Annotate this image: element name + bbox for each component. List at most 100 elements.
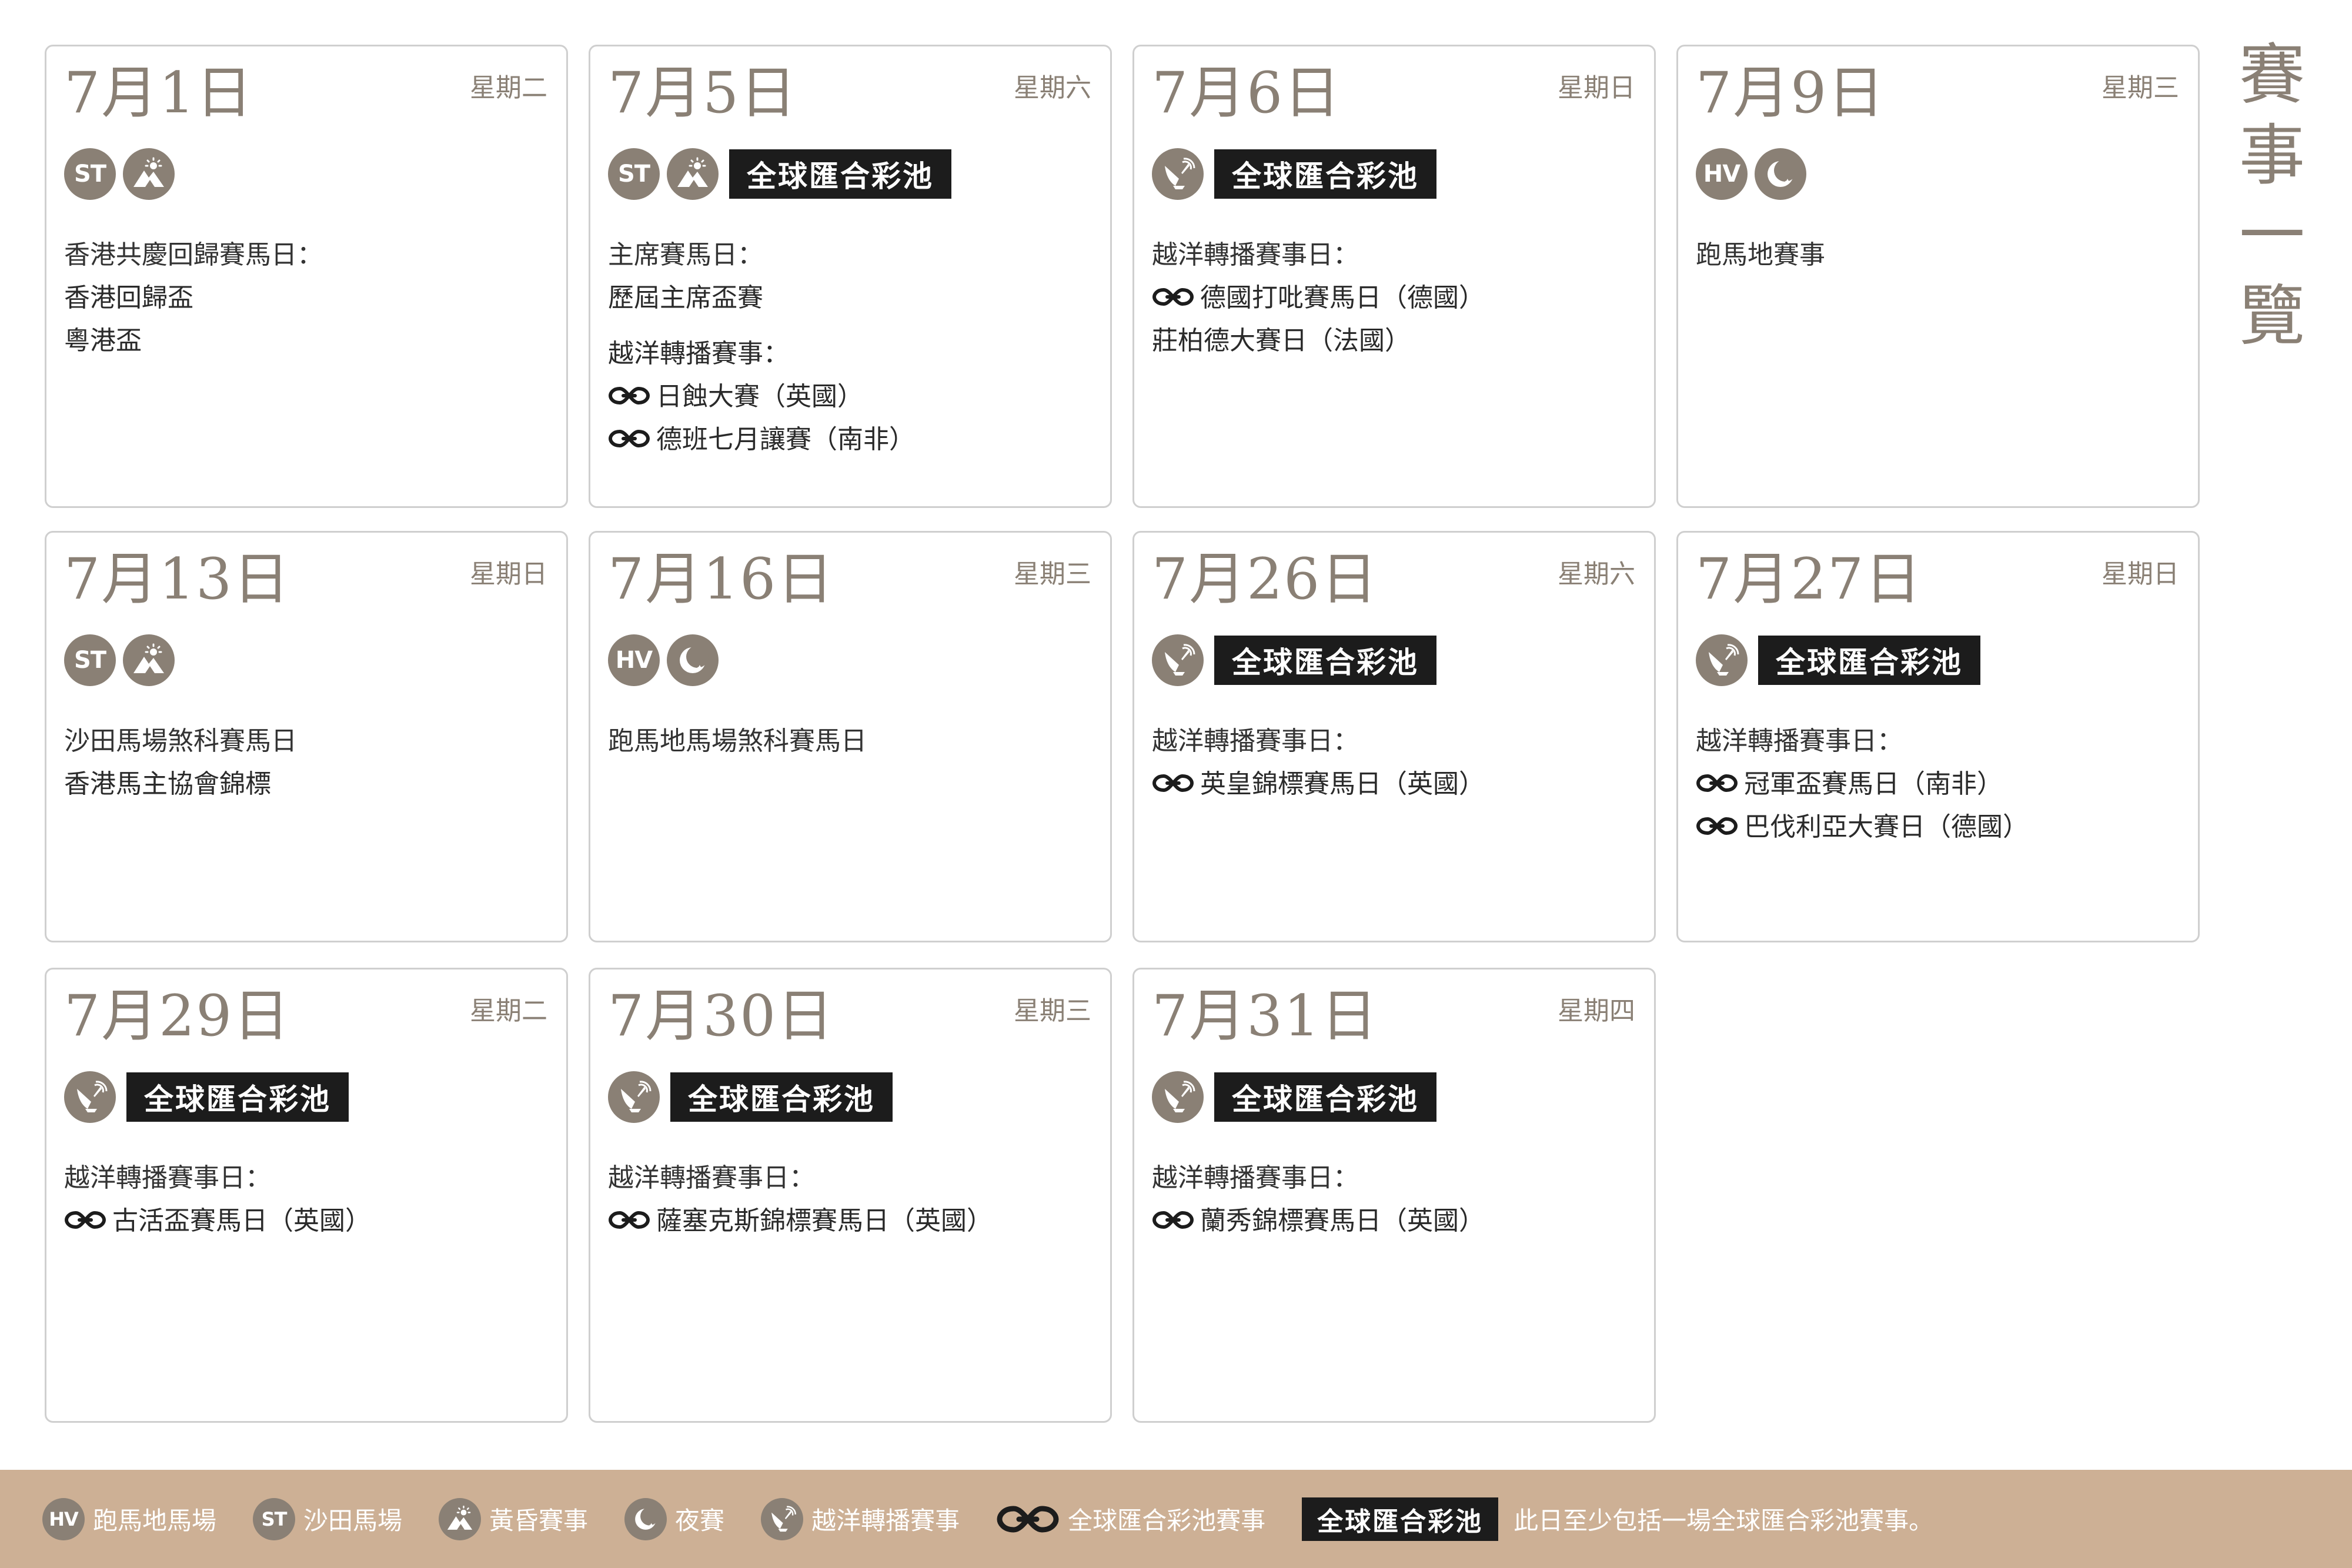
event-text: 跑馬地賽事 (1696, 240, 1825, 270)
card-date: 7月29日 (64, 983, 291, 1049)
card-weekday: 星期日 (470, 559, 547, 589)
legend-item-st: ST 沙田馬場 (253, 1497, 403, 1540)
event-line: 跑馬地馬場煞科賽馬日 (608, 720, 1098, 763)
twilight-icon (667, 148, 719, 200)
pool-badge: 全球匯合彩池 (670, 1072, 893, 1122)
legend-label: 沙田馬場 (303, 1506, 403, 1535)
simulcast-icon (1152, 148, 1204, 200)
card-date: 7月26日 (1152, 546, 1379, 612)
event-text: 香港馬主協會錦標 (64, 769, 271, 799)
card-icons: 全球匯合彩池 (1152, 1071, 1436, 1124)
day-card: 7月30日 星期三全球匯合彩池越洋轉播賽事日： 薩塞克斯錦標賽馬日（英國） (589, 968, 1112, 1423)
card-icons: 全球匯合彩池 (1696, 634, 1980, 687)
event-text: 歷屆主席盃賽 (608, 283, 763, 313)
card-events: 跑馬地賽事 (1696, 233, 2186, 276)
event-text: 香港回歸盃 (64, 283, 193, 313)
link-icon (1696, 774, 1738, 793)
event-text: 巴伐利亞大賽日（德國） (1744, 812, 2029, 842)
twilight-icon (123, 148, 175, 200)
event-text: 沙田馬場煞科賽馬日 (64, 726, 297, 756)
legend-item-hv: HV 跑馬地馬場 (42, 1497, 217, 1540)
simulcast-icon (1152, 634, 1204, 686)
event-text: 越洋轉播賽事： (608, 339, 789, 369)
card-date: 7月30日 (608, 983, 835, 1049)
pool-badge: 全球匯合彩池 (1214, 149, 1436, 199)
card-weekday: 星期二 (470, 996, 547, 1026)
event-line: 主席賽馬日： (608, 233, 1098, 276)
link-icon (608, 429, 650, 448)
legend-note: 此日至少包括一場全球匯合彩池賽事。 (1514, 1506, 1934, 1535)
day-card: 7月26日 星期六 全球匯合彩池 越洋轉播賽事日： 英皇錦標賽馬日（英國） (1132, 531, 1656, 942)
card-events: 越洋轉播賽事日： 蘭秀錦標賽馬日（英國） (1152, 1156, 1642, 1242)
pool-badge: 全球匯合彩池 (1302, 1497, 1499, 1541)
pool-badge: 全球匯合彩池 (1758, 636, 1980, 685)
event-line: 香港回歸盃 (64, 276, 554, 319)
st-icon: ST (608, 148, 660, 200)
event-line: 越洋轉播賽事日： (1696, 720, 2186, 763)
event-text: 跑馬地馬場煞科賽馬日 (608, 726, 867, 756)
card-icons: HV (1696, 148, 1806, 200)
event-line: 沙田馬場煞科賽馬日 (64, 720, 554, 763)
card-events: 沙田馬場煞科賽馬日 香港馬主協會錦標 (64, 720, 554, 805)
legend-item-twilight: 黃昏賽事 (439, 1497, 588, 1540)
hv-icon: HV (608, 634, 660, 686)
legend-label: 跑馬地馬場 (93, 1506, 217, 1535)
event-text: 冠軍盃賽馬日（南非） (1744, 769, 2003, 799)
card-weekday: 星期三 (1014, 996, 1091, 1026)
legend-bar: HV 跑馬地馬場 ST 沙田馬場 黃昏賽事 夜賽 越洋轉播賽事 全球匯合彩池賽事… (0, 1470, 2352, 1568)
link-icon (1152, 774, 1194, 793)
card-events: 越洋轉播賽事日： 英皇錦標賽馬日（英國） (1152, 720, 1642, 805)
card-weekday: 星期六 (1014, 73, 1091, 103)
day-card: 7月9日 星期三 HV 跑馬地賽事 (1676, 45, 2200, 508)
event-line: 香港馬主協會錦標 (64, 763, 554, 805)
st-icon: ST (253, 1497, 296, 1540)
event-text: 英皇錦標賽馬日（英國） (1200, 769, 1485, 799)
card-events: 跑馬地馬場煞科賽馬日 (608, 720, 1098, 763)
card-date: 7月9日 (1696, 60, 1886, 126)
event-line: 莊柏德大賽日（法國） (1152, 319, 1642, 362)
card-events: 越洋轉播賽事日： 冠軍盃賽馬日（南非） 巴伐利亞大賽日（德國） (1696, 720, 2186, 848)
hv-icon: HV (42, 1497, 85, 1540)
legend-label: 全球匯合彩池賽事 (1068, 1506, 1266, 1535)
pool-badge: 全球匯合彩池 (729, 149, 951, 199)
link-icon (997, 1505, 1059, 1533)
event-line: 德班七月讓賽（南非） (608, 418, 1098, 461)
card-events: 越洋轉播賽事日： 古活盃賽馬日（英國） (64, 1156, 554, 1242)
event-text: 德班七月讓賽（南非） (656, 424, 915, 454)
card-events: 越洋轉播賽事日： 德國打吡賽馬日（德國） 莊柏德大賽日（法國） (1152, 233, 1642, 362)
event-line: 越洋轉播賽事日： (1152, 720, 1642, 763)
event-text: 越洋轉播賽事日： (1152, 1163, 1359, 1193)
simulcast-icon (761, 1497, 804, 1540)
card-icons: 全球匯合彩池 (608, 1071, 893, 1124)
event-text: 莊柏德大賽日（法國） (1152, 326, 1411, 356)
simulcast-icon (1696, 634, 1748, 686)
event-text: 日蝕大賽（英國） (656, 382, 863, 412)
card-weekday: 星期三 (1014, 559, 1091, 589)
link-icon (608, 386, 650, 405)
event-text: 越洋轉播賽事日： (64, 1163, 271, 1193)
event-line: 歷屆主席盃賽 (608, 276, 1098, 319)
event-line: 冠軍盃賽馬日（南非） (1696, 763, 2186, 805)
page-title: 賽事一覽 (2239, 37, 2305, 355)
card-events: 越洋轉播賽事日： 薩塞克斯錦標賽馬日（英國） (608, 1156, 1098, 1242)
card-icons: 全球匯合彩池 (1152, 634, 1436, 687)
link-icon (608, 1211, 650, 1229)
event-line: 古活盃賽馬日（英國） (64, 1199, 554, 1242)
day-card: 7月16日 星期三 HV 跑馬地馬場煞科賽馬日 (589, 531, 1112, 942)
link-icon (1152, 1211, 1194, 1229)
legend-item-badge: 全球匯合彩池 此日至少包括一場全球匯合彩池賽事。 (1302, 1497, 1933, 1541)
event-text: 粵港盃 (64, 326, 142, 356)
event-line: 日蝕大賽（英國） (608, 375, 1098, 418)
event-line: 越洋轉播賽事日： (1152, 233, 1642, 276)
card-events: 香港共慶回歸賽馬日： 香港回歸盃 粵港盃 (64, 233, 554, 362)
event-text: 越洋轉播賽事日： (1152, 726, 1359, 756)
st-icon: ST (64, 148, 116, 200)
card-weekday: 星期四 (1558, 996, 1635, 1026)
event-text: 越洋轉播賽事日： (1152, 240, 1359, 270)
card-icons: ST (64, 634, 175, 687)
twilight-icon (123, 634, 175, 686)
day-card: 7月13日 星期日 ST 沙田馬場煞科賽馬日 香港馬主協會錦標 (45, 531, 568, 942)
card-icons: 全球匯合彩池 (1152, 148, 1436, 200)
card-date: 7月31日 (1152, 983, 1379, 1049)
card-date: 7月13日 (64, 546, 291, 612)
